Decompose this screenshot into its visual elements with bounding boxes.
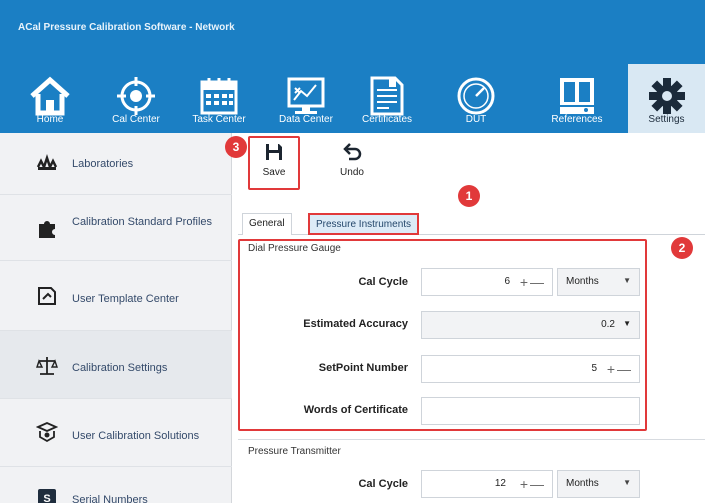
setpoint-number-label: SetPoint Number (318, 362, 408, 374)
chevron-down-icon: ▼ (623, 319, 631, 328)
estimated-accuracy-label: Estimated Accuracy (303, 318, 408, 330)
transmitter-cal-cycle-input[interactable]: 12 +— (421, 470, 553, 498)
gauge-icon (457, 77, 495, 115)
save-button[interactable]: Save (252, 141, 296, 178)
svg-text:S: S (43, 493, 50, 503)
window-title: ACal Pressure Calibration Software - Net… (18, 22, 235, 33)
sidebar: Laboratories Calibration Standard Profil… (0, 133, 232, 503)
references-icon (560, 78, 594, 114)
tab-pressure-instruments[interactable]: Pressure Instruments (308, 213, 420, 235)
dial-group-title: Dial Pressure Gauge (248, 243, 341, 254)
puzzle-icon (39, 221, 55, 238)
cal-cycle-stepper[interactable]: +— (520, 274, 546, 290)
solutions-icon (36, 422, 58, 443)
setpoint-number-input[interactable]: 5 +— (421, 355, 640, 383)
nav-settings-label: Settings (648, 114, 685, 125)
undo-label: Undo (340, 167, 364, 178)
document-icon (370, 76, 404, 116)
transmitter-cal-cycle-stepper[interactable]: +— (520, 476, 546, 492)
transmitter-cal-cycle-label: Cal Cycle (358, 478, 408, 490)
undo-icon (343, 143, 362, 161)
floppy-disk-icon (266, 144, 282, 160)
nav-dut[interactable]: DUT (448, 76, 504, 131)
template-icon (38, 287, 56, 305)
lab-people-icon (36, 154, 58, 170)
estimated-accuracy-value: 0.2 (601, 319, 615, 330)
nav-references-label: References (551, 114, 603, 125)
calendar-icon (200, 78, 238, 115)
save-label: Save (262, 167, 286, 178)
transmitter-cal-cycle-unit-value: Months (566, 478, 599, 489)
chart-monitor-icon (287, 77, 325, 114)
gear-icon (648, 78, 685, 114)
sidebar-item-calibration-standard-profiles[interactable]: Calibration Standard Profiles (0, 195, 232, 261)
setpoint-number-stepper[interactable]: +— (607, 361, 633, 377)
tab-general[interactable]: General (242, 213, 292, 235)
undo-button[interactable]: Undo (330, 141, 374, 178)
cal-cycle-value: 6 (504, 276, 510, 287)
cal-cycle-label: Cal Cycle (358, 276, 408, 288)
sidebar-item-label: Calibration Standard Profiles (72, 216, 213, 228)
nav-cal-center[interactable]: Cal Center (100, 76, 172, 131)
nav-certificates[interactable]: Certificates (352, 76, 422, 131)
sidebar-item-label: Calibration Settings (72, 362, 168, 374)
scales-icon (36, 357, 58, 375)
nav-task-center[interactable]: Task Center (186, 76, 252, 131)
sidebar-item-serial-numbers[interactable]: S Serial Numbers (0, 467, 232, 503)
transmitter-cal-cycle-value: 12 (494, 478, 506, 489)
nav-cal-center-label: Cal Center (112, 114, 160, 125)
nav-home-label: Home (36, 114, 64, 125)
nav-home[interactable]: Home (24, 76, 76, 131)
callout-badge-1: 1 (458, 185, 480, 207)
target-icon (117, 77, 155, 115)
sidebar-item-label: User Calibration Solutions (72, 430, 200, 442)
home-icon (30, 76, 70, 116)
nav-task-center-label: Task Center (192, 114, 246, 125)
nav-data-center-label: Data Center (279, 114, 333, 125)
sidebar-item-calibration-settings[interactable]: Calibration Settings (0, 331, 232, 399)
nav-settings[interactable]: Settings (628, 64, 705, 133)
nav-references[interactable]: References (540, 76, 614, 131)
nav-data-center[interactable]: Data Center (268, 76, 344, 131)
serial-icon: S (38, 489, 56, 503)
cal-cycle-input[interactable]: 6 +— (421, 268, 553, 296)
ribbon: ACal Pressure Calibration Software - Net… (0, 0, 705, 133)
sidebar-item-label: User Template Center (72, 293, 179, 305)
sidebar-item-user-template-center[interactable]: User Template Center (0, 261, 232, 331)
words-of-certificate-label: Words of Certificate (303, 404, 408, 416)
transmitter-group-border (238, 439, 705, 440)
chevron-down-icon: ▼ (623, 276, 631, 285)
transmitter-cal-cycle-unit-select[interactable]: Months ▼ (557, 470, 640, 498)
sidebar-item-label: Serial Numbers (72, 494, 148, 503)
words-of-certificate-input[interactable] (421, 397, 640, 425)
cal-cycle-unit-select[interactable]: Months ▼ (557, 268, 640, 296)
nav-dut-label: DUT (465, 114, 487, 125)
tab-bar: General Pressure Instruments (238, 207, 705, 235)
callout-badge-3: 3 (225, 136, 247, 158)
cal-cycle-unit-value: Months (566, 276, 599, 287)
chevron-down-icon: ▼ (623, 478, 631, 487)
transmitter-group-title: Pressure Transmitter (248, 446, 341, 457)
sidebar-item-label: Laboratories (72, 158, 134, 170)
sidebar-item-laboratories[interactable]: Laboratories (0, 133, 232, 195)
nav-certificates-label: Certificates (361, 114, 412, 125)
callout-badge-2: 2 (671, 237, 693, 259)
sidebar-item-user-calibration-solutions[interactable]: User Calibration Solutions (0, 399, 232, 467)
estimated-accuracy-select[interactable]: 0.2 ▼ (421, 311, 640, 339)
setpoint-number-value: 5 (591, 363, 597, 374)
